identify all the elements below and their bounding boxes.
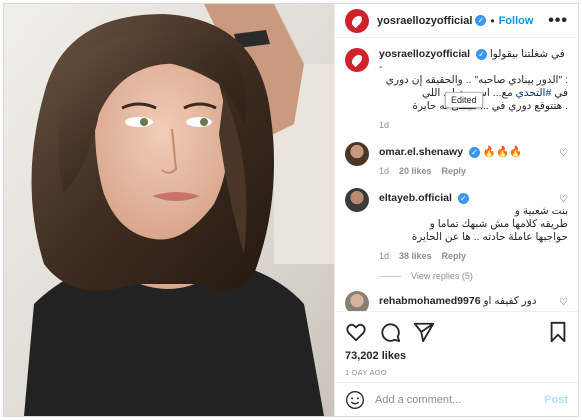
comment-text-line3: حواجبها عاملة حادثه .. ها عن الحايرة xyxy=(411,231,568,243)
comment-meta: 1d 20 likes Reply xyxy=(379,165,568,178)
comment-time[interactable]: 1d xyxy=(379,250,389,263)
verified-badge-icon: ✓ xyxy=(468,147,480,158)
comment-username[interactable]: omar.el.shenawy xyxy=(379,146,463,158)
comment-username[interactable]: eltayeb.official xyxy=(379,192,452,204)
verified-badge-icon: ✓ xyxy=(475,49,487,60)
divider-line xyxy=(379,275,401,277)
caption-avatar[interactable] xyxy=(345,48,369,72)
portrait-image xyxy=(4,4,334,416)
logo-icon xyxy=(349,13,365,28)
comment-likes[interactable]: 38 likes xyxy=(399,250,432,263)
comment-text: 🔥🔥🔥 xyxy=(482,146,523,158)
view-replies-label: View replies (5) xyxy=(411,271,473,281)
comment-username[interactable]: rehabmohamed9976 xyxy=(379,295,481,307)
comment-input[interactable] xyxy=(375,393,545,406)
comment-item: rehabmohamed9976 دور كفيفه او ♡ xyxy=(345,291,568,311)
avatar[interactable] xyxy=(345,8,369,33)
share-send-icon[interactable] xyxy=(413,321,435,343)
caption-line3-pre: في xyxy=(551,87,568,99)
caption-text: yosraellozyofficial ✓ في شغلتنا بيقولوا … xyxy=(379,48,568,132)
comment-time[interactable]: 1d xyxy=(379,165,389,178)
caption-time[interactable]: 1d xyxy=(379,119,389,132)
like-comment-heart-icon[interactable]: ♡ xyxy=(559,297,568,308)
view-replies-button[interactable]: View replies (5) xyxy=(379,271,568,281)
follow-button[interactable]: Follow xyxy=(499,15,534,27)
verified-badge-icon: ✓ xyxy=(475,15,487,26)
comment-bubble-icon[interactable] xyxy=(379,321,401,343)
comment-text: دور كفيفه او xyxy=(483,295,537,307)
comment-body: eltayeb.official ✓ بنت شعبية و طريقه كلا… xyxy=(379,188,568,263)
logo-icon xyxy=(349,52,365,68)
comment-avatar[interactable] xyxy=(345,291,369,311)
post-details-panel: yosraellozyofficial ✓ • Follow ••• yosra… xyxy=(334,4,578,416)
post-photo[interactable] xyxy=(4,4,334,416)
action-bar: 73,202 likes 1 DAY AGO xyxy=(335,311,578,377)
action-icons xyxy=(345,318,568,346)
caption-meta: 1d xyxy=(379,119,568,132)
comment-item: omar.el.shenawy ✓ 🔥🔥🔥 1d 20 likes Reply … xyxy=(345,142,568,178)
add-comment-bar: Post xyxy=(335,382,578,416)
separator-dot: • xyxy=(490,13,495,28)
comment-item: eltayeb.official ✓ بنت شعبية و طريقه كلا… xyxy=(345,188,568,263)
likes-count[interactable]: 73,202 likes xyxy=(345,350,568,362)
comments-list[interactable]: yosraellozyofficial ✓ في شغلتنا بيقولوا … xyxy=(335,38,578,311)
post-button[interactable]: Post xyxy=(544,394,568,406)
comment-body: omar.el.shenawy ✓ 🔥🔥🔥 1d 20 likes Reply xyxy=(379,142,568,178)
comment-body: rehabmohamed9976 دور كفيفه او xyxy=(379,291,568,311)
like-heart-icon[interactable] xyxy=(345,321,367,343)
header-username[interactable]: yosraellozyofficial xyxy=(377,15,472,27)
caption-username[interactable]: yosraellozyofficial xyxy=(379,48,470,60)
reply-button[interactable]: Reply xyxy=(442,165,467,178)
comment-text-line1: بنت شعبية و xyxy=(514,205,568,217)
emoji-icon[interactable] xyxy=(345,390,365,410)
post-modal: yosraellozyofficial ✓ • Follow ••• yosra… xyxy=(3,3,579,417)
hashtag-link[interactable]: #التحدي xyxy=(516,87,552,99)
like-comment-heart-icon[interactable]: ♡ xyxy=(559,194,568,205)
more-options-button[interactable]: ••• xyxy=(548,12,568,30)
caption-line2: : "الدور بينادي صاحبه" .. والحقيقه إن دو… xyxy=(385,74,568,86)
caption: yosraellozyofficial ✓ في شغلتنا بيقولوا … xyxy=(345,48,568,132)
comment-avatar[interactable] xyxy=(345,188,369,212)
save-bookmark-icon[interactable] xyxy=(548,321,568,343)
post-header: yosraellozyofficial ✓ • Follow ••• xyxy=(335,4,578,38)
reply-button[interactable]: Reply xyxy=(442,250,467,263)
verified-badge-icon: ✓ xyxy=(457,193,469,204)
comment-meta: 1d 38 likes Reply xyxy=(379,250,568,263)
comment-text-line2: طريقه كلامها مش شبهك تماما و xyxy=(429,218,568,230)
like-comment-heart-icon[interactable]: ♡ xyxy=(559,148,568,159)
comment-likes[interactable]: 20 likes xyxy=(399,165,432,178)
edited-tooltip: Edited xyxy=(445,92,483,108)
post-timestamp[interactable]: 1 DAY AGO xyxy=(345,368,568,377)
comment-avatar[interactable] xyxy=(345,142,369,166)
